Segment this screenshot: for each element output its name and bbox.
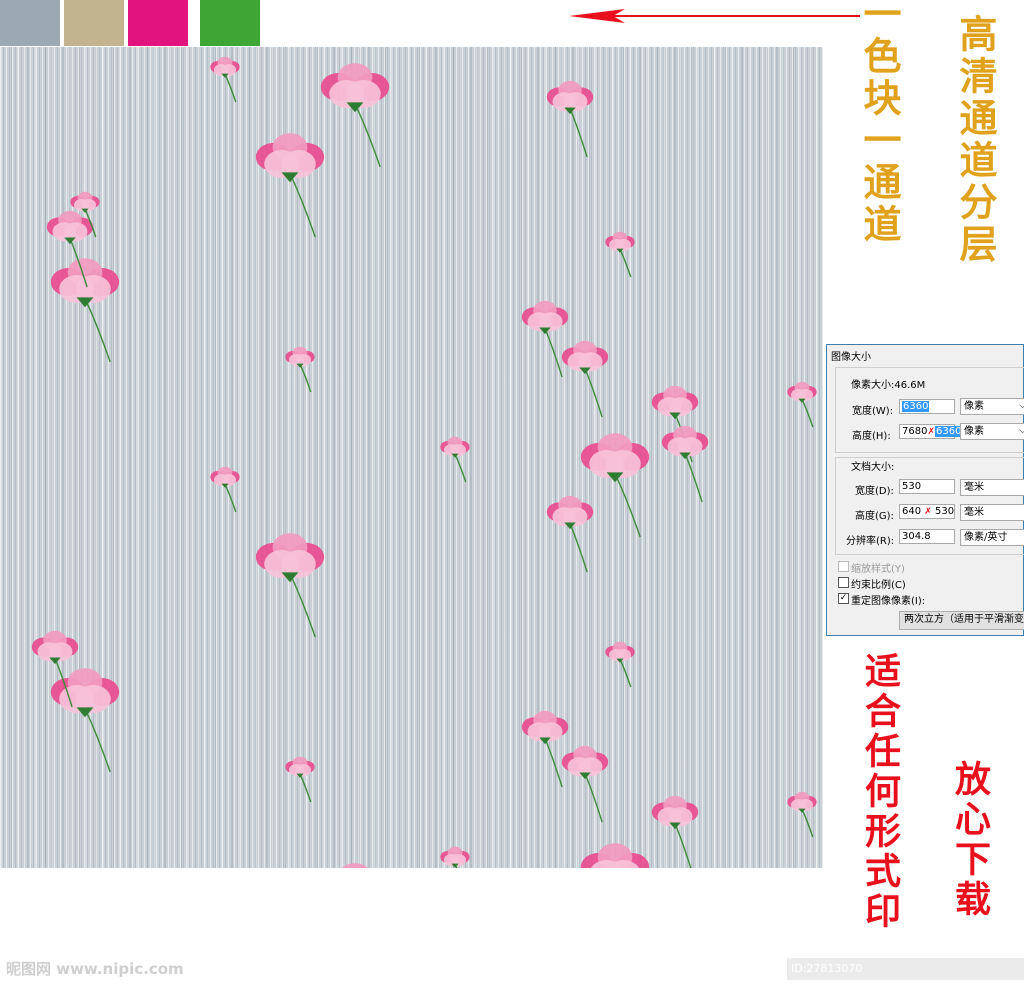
flower-medium bbox=[651, 795, 699, 868]
annotation-color-channel: 一色块一通道 bbox=[857, 0, 902, 246]
flower-large bbox=[50, 258, 120, 363]
flower-small bbox=[440, 436, 470, 483]
resample-checkbox[interactable]: ✓ bbox=[838, 593, 849, 604]
flower-small bbox=[440, 846, 470, 868]
flower-small bbox=[210, 56, 240, 103]
flower-large bbox=[580, 843, 650, 868]
flower-small bbox=[787, 381, 817, 428]
annotation-printing: 适合任何形式印 bbox=[859, 652, 901, 932]
red-arrow-icon bbox=[569, 9, 860, 23]
flower-medium bbox=[561, 340, 609, 418]
image-id-watermark: ID:27813070 NO:20201115165747282039 bbox=[787, 958, 1024, 997]
flower-medium bbox=[521, 710, 569, 788]
width-input[interactable]: 6360 bbox=[899, 399, 955, 414]
flower-large bbox=[320, 63, 390, 168]
flower-large bbox=[255, 533, 325, 638]
floral-pattern-preview bbox=[0, 47, 823, 868]
chevron-down-icon: ⌵ bbox=[1019, 426, 1024, 436]
site-watermark: 昵图网 www.nipic.com bbox=[6, 960, 184, 978]
resolution-unit-select[interactable]: 像素/英寸 bbox=[960, 529, 1024, 546]
color-swatch-4 bbox=[200, 0, 260, 46]
flower-large bbox=[255, 133, 325, 238]
height-input[interactable]: 7680✗6360 bbox=[899, 424, 963, 439]
flower-large bbox=[580, 433, 650, 538]
flower-medium bbox=[546, 80, 594, 158]
constrain-checkbox[interactable] bbox=[838, 577, 849, 588]
scale-styles-checkbox[interactable] bbox=[838, 561, 849, 572]
constrain-label: 约束比例(C) bbox=[851, 580, 906, 591]
flower-small bbox=[285, 756, 315, 803]
doc-height-input[interactable]: 640 ✗ 530 bbox=[899, 504, 955, 519]
resample-label: 重定图像像素(I): bbox=[851, 596, 926, 607]
scale-styles-label: 缩放样式(Y) bbox=[851, 564, 905, 575]
resolution-label: 分辨率(R): bbox=[846, 536, 895, 547]
doc-width-unit-select[interactable]: 毫米 bbox=[960, 479, 1024, 496]
height-label: 高度(H): bbox=[852, 431, 891, 442]
pixel-size-label: 像素大小:46.6M bbox=[851, 380, 926, 391]
flower-small bbox=[605, 641, 635, 688]
doc-height-unit-select[interactable]: 毫米 bbox=[960, 504, 1024, 521]
flower-small bbox=[605, 231, 635, 278]
height-unit-select[interactable]: 像素 ⌵ bbox=[960, 423, 1024, 440]
flower-large bbox=[341, 863, 369, 868]
flower-medium bbox=[546, 495, 594, 573]
document-size-label: 文档大小: bbox=[851, 462, 895, 473]
annotation-hd-layers: 高清通道分层 bbox=[953, 14, 998, 266]
width-label: 宽度(W): bbox=[852, 406, 894, 417]
dialog-title: 图像大小 bbox=[831, 352, 871, 363]
image-size-dialog: 图像大小 像素大小:46.6M 宽度(W): 6360 像素 ⌵ 高度(H): 7… bbox=[826, 344, 1024, 636]
flower-small bbox=[210, 466, 240, 513]
resample-method-select[interactable]: 两次立方（适用于平滑渐变 bbox=[899, 611, 1024, 630]
color-swatch-1 bbox=[0, 0, 60, 46]
annotation-download: 放心下载 bbox=[949, 760, 991, 920]
doc-height-label: 高度(G): bbox=[855, 511, 894, 522]
flower-medium bbox=[661, 425, 709, 503]
flower-small bbox=[787, 791, 817, 838]
chevron-down-icon: ⌵ bbox=[1019, 401, 1024, 411]
color-swatch-3 bbox=[128, 0, 188, 46]
flower-medium bbox=[561, 745, 609, 823]
doc-width-input[interactable]: 530 bbox=[899, 479, 955, 494]
flower-motifs bbox=[31, 56, 817, 868]
flower-small bbox=[285, 346, 315, 393]
resolution-input[interactable]: 304.8 bbox=[899, 529, 955, 544]
doc-width-label: 宽度(D): bbox=[855, 486, 894, 497]
flower-medium bbox=[521, 300, 569, 378]
width-unit-select[interactable]: 像素 ⌵ bbox=[960, 398, 1024, 415]
color-swatch-2 bbox=[64, 0, 124, 46]
flower-large bbox=[50, 668, 120, 773]
